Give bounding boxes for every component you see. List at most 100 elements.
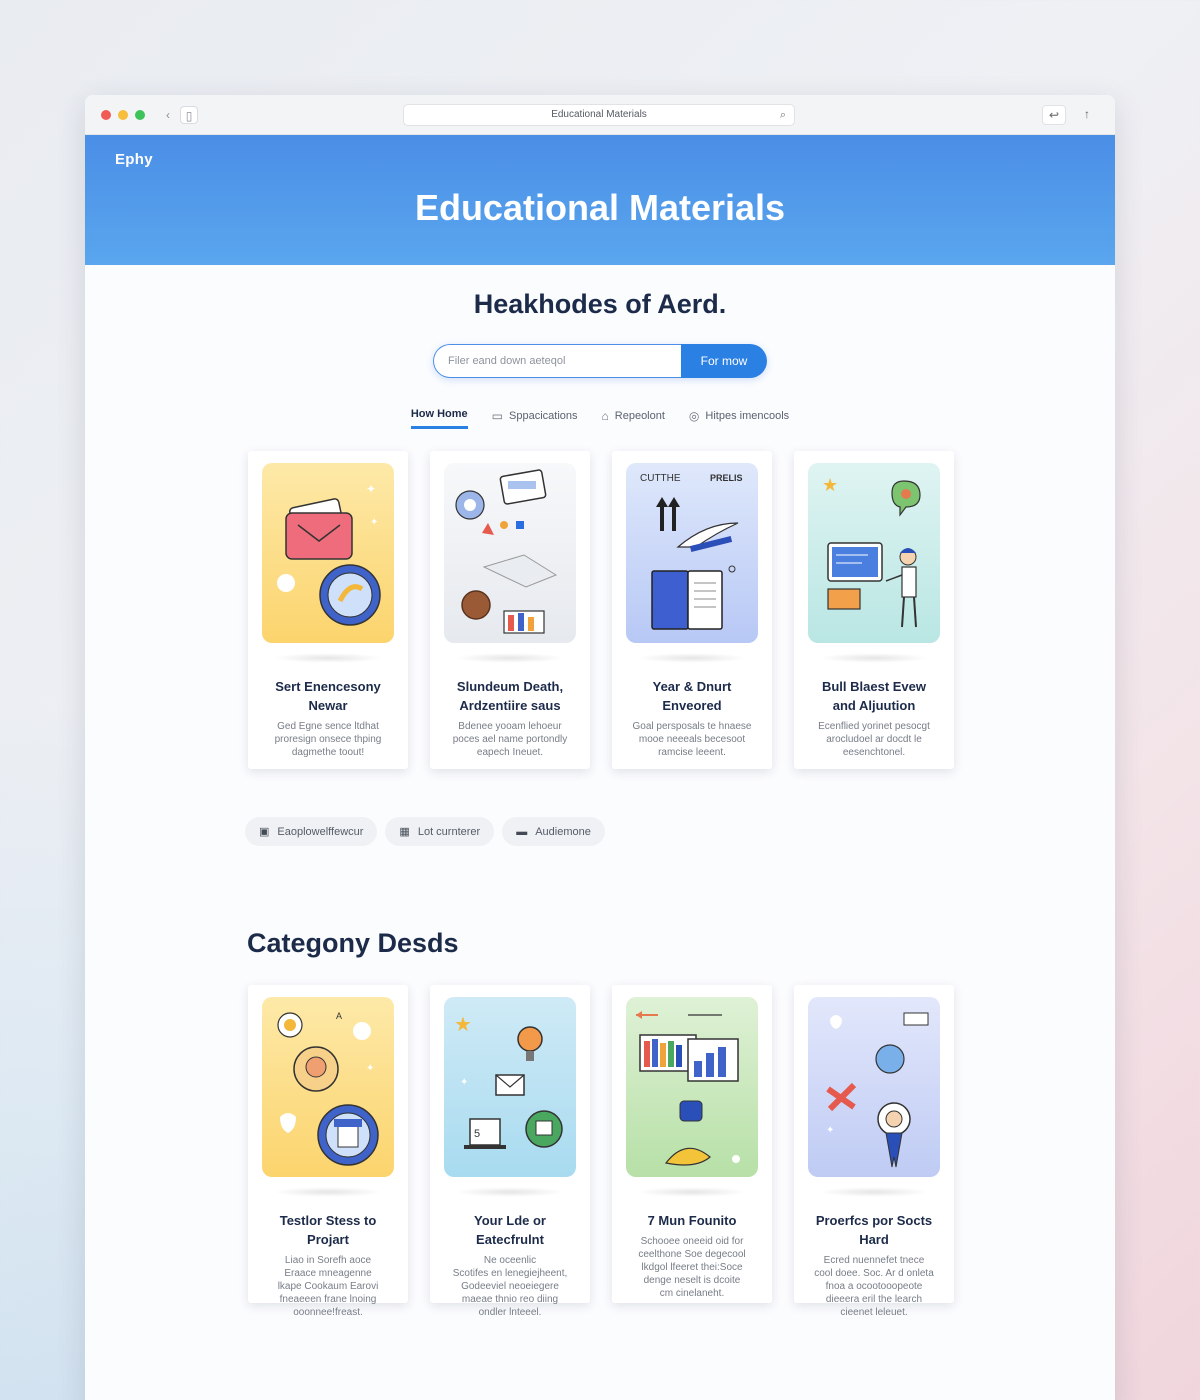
material-card[interactable]: CUTTHE PRELIS Year & Dnurt Enveored Goal…: [612, 451, 772, 769]
svg-text:✦: ✦: [826, 1125, 834, 1136]
chip-lot-counter[interactable]: ▦ Lot curnterer: [385, 817, 495, 846]
filter-chips: ▣ Eaoplowelffewcur ▦ Lot curnterer ▬ Aud…: [245, 817, 1115, 846]
tab-label: Repeolont: [614, 409, 665, 422]
tab-bar: How Home ▭ Sppacications ⌂ Repeolont ◎ H…: [85, 408, 1115, 429]
chip-label: Lot curnterer: [417, 825, 481, 838]
card-title: Testlor Stess to Projart: [279, 1213, 377, 1247]
card-shadow: [273, 1187, 383, 1197]
card-description: Bdenee yooam lehoeur poces ael name porto…: [452, 721, 568, 758]
share-icon[interactable]: ↩: [1042, 105, 1066, 125]
card-illustration: CUTTHE PRELIS: [626, 463, 758, 643]
category-card[interactable]: ✦ Proerfcs por Socts Hard Ecred nuennefe…: [794, 985, 954, 1318]
material-card[interactable]: Slundeum Death, Ardzentiire saus Bdenee y…: [430, 451, 590, 769]
award-ribbon-illustration: ✦: [826, 1012, 929, 1168]
pin-icon[interactable]: ↑: [1075, 105, 1099, 125]
book-arrows-illustration: CUTTHE PRELIS: [640, 473, 743, 630]
brand-logo[interactable]: Ephy: [115, 151, 153, 168]
svg-text:✦: ✦: [366, 1063, 374, 1074]
chip-employee-flower[interactable]: ▣ Eaoplowelffewcur: [245, 817, 378, 846]
tab-repeolont[interactable]: ⌂ Repeolont: [602, 408, 665, 429]
featured-card-grid: ✦ ✦ Sert Enencesony Newar Ged Egne sence …: [248, 451, 954, 769]
card-illustration: ★ 5 ✦: [444, 997, 576, 1177]
browser-toolbar: ‹ ▯ Educational Materials ⌕ ↩ ↑: [85, 95, 1115, 135]
tech-objects-illustration: [455, 469, 558, 634]
svg-text:✦: ✦: [460, 1077, 468, 1088]
avatar-badge-illustration: A ✦: [277, 1011, 379, 1166]
category-card[interactable]: 7 Mun Founito Schooee oneeid oid for ceel…: [612, 985, 772, 1303]
card-title: Year & Dnurt Enveored: [652, 679, 732, 713]
search-bar: For mow: [433, 344, 767, 378]
grid-icon: ▦: [399, 826, 410, 838]
lightbulb-mail-illustration: ★ 5 ✦: [454, 1014, 563, 1149]
material-card[interactable]: ★ Bull Blaest Evew and Aljuution Ecenfli…: [794, 451, 954, 769]
card-description: Ecenflied yorinet pesocgt arocludoel ar d…: [818, 721, 930, 758]
category-card[interactable]: A ✦ Testlor Stess to Projart Liao in Sor…: [248, 985, 408, 1318]
material-card[interactable]: ✦ ✦ Sert Enencesony Newar Ged Egne sence …: [248, 451, 408, 769]
teacher-screen-illustration: ★: [822, 475, 921, 628]
bookshelf-chart-illustration: [636, 1011, 740, 1166]
card-shadow: [819, 1187, 929, 1197]
card-title: Sert Enencesony Newar: [275, 679, 381, 713]
search-input[interactable]: [433, 344, 681, 378]
tab-label: How Home: [410, 408, 468, 420]
svg-text:★: ★: [822, 475, 838, 495]
card-illustration: [626, 997, 758, 1177]
minimize-window-button[interactable]: [118, 110, 128, 120]
card-illustration: ★: [808, 463, 940, 643]
tab-specifications[interactable]: ▭ Sppacications: [492, 408, 578, 429]
category-card[interactable]: ★ 5 ✦ Your Lde or Eatecfrulnt Ne oceenli…: [430, 985, 590, 1318]
card-title: Bull Blaest Evew and Aljuution: [821, 679, 927, 713]
tab-label: Sppacications: [509, 409, 578, 422]
card-description: Goal persposals te hnaese mooe neeeals be…: [632, 721, 752, 758]
card-description: Liao in Sorefh aoce Eraace mneagenne lkape…: [277, 1255, 379, 1318]
tab-hitpes[interactable]: ◎ Hitpes imencools: [689, 408, 789, 429]
sidebar-toggle-button[interactable]: ▯: [180, 106, 198, 124]
card-illustration: [444, 463, 576, 643]
card-illustration: A ✦: [262, 997, 394, 1177]
chip-audiemone[interactable]: ▬ Audiemone: [502, 817, 605, 846]
address-bar[interactable]: Educational Materials ⌕: [403, 104, 795, 126]
card-shadow: [637, 653, 747, 663]
art-label: PRELIS: [710, 473, 743, 483]
card-description: Ged Egne sence ltdhat proresign onsece th…: [274, 721, 382, 758]
audio-icon: ▬: [516, 825, 528, 838]
close-window-button[interactable]: [101, 110, 111, 120]
address-text: Educational Materials: [551, 109, 647, 120]
card-shadow: [819, 653, 929, 663]
card-illustration: ✦: [808, 997, 940, 1177]
window-icon: ▣: [259, 826, 270, 838]
section-subtitle: Heakhodes of Aerd.: [473, 289, 727, 319]
search-button[interactable]: For mow: [681, 344, 767, 378]
folder-badge-illustration: ✦ ✦: [277, 482, 381, 626]
art-label: CUTTHE: [640, 473, 681, 484]
back-button[interactable]: ‹: [159, 106, 177, 124]
card-title: 7 Mun Founito: [647, 1213, 737, 1228]
tab-label: Hitpes imencools: [705, 409, 790, 422]
monitor-icon: ▭: [491, 408, 504, 423]
card-description: Schooee oneeid oid for ceelthone Soe dege…: [638, 1236, 746, 1299]
chip-label: Audiemone: [535, 825, 591, 838]
target-icon: ◎: [688, 408, 700, 423]
tab-how-home[interactable]: How Home: [410, 408, 468, 429]
svg-text:✦: ✦: [370, 517, 378, 528]
card-shadow: [455, 1187, 565, 1197]
chip-label: Eaoplowelffewcur: [277, 825, 364, 838]
card-title: Your Lde or Eatecfrulnt: [474, 1213, 546, 1247]
category-card-grid: A ✦ Testlor Stess to Projart Liao in Sor…: [248, 985, 954, 1318]
card-shadow: [637, 1187, 747, 1197]
card-illustration: ✦ ✦: [262, 463, 394, 643]
card-title: Slundeum Death, Ardzentiire saus: [456, 679, 564, 713]
maximize-window-button[interactable]: [135, 110, 145, 120]
svg-text:✦: ✦: [366, 482, 376, 496]
card-title: Proerfcs por Socts Hard: [815, 1213, 933, 1247]
art-label: 5: [474, 1128, 480, 1140]
card-shadow: [273, 653, 383, 663]
svg-text:A: A: [336, 1011, 342, 1021]
hero-banner: Ephy Educational Materials: [85, 135, 1115, 265]
page-title: Educational Materials: [414, 187, 786, 228]
search-icon[interactable]: ⌕: [780, 105, 786, 125]
browser-window: ‹ ▯ Educational Materials ⌕ ↩ ↑ Ephy Edu…: [85, 95, 1115, 1400]
card-shadow: [455, 653, 565, 663]
lock-icon: ⌂: [601, 408, 609, 423]
card-description: Ecred nuennefet tnece cool doee. Soc. Ar …: [814, 1255, 934, 1318]
